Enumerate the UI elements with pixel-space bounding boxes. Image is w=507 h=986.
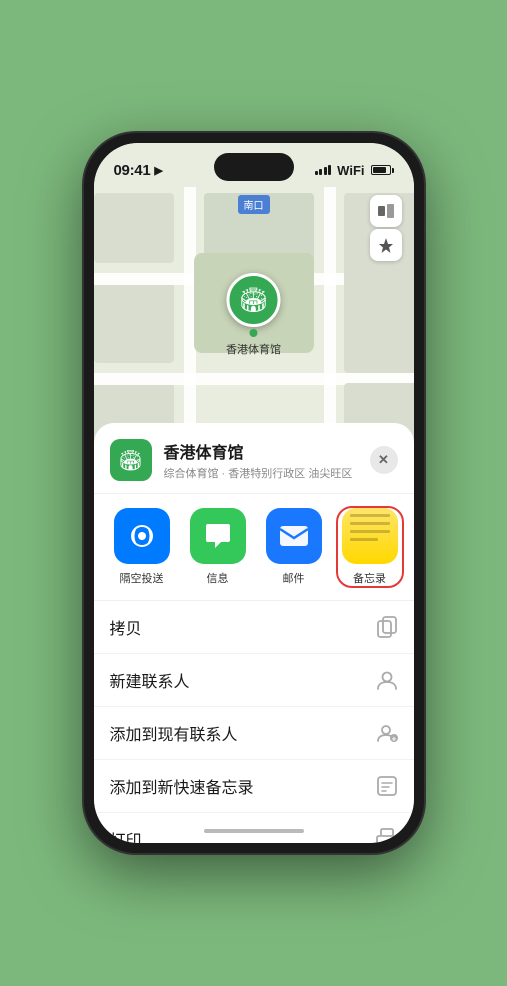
status-time: 09:41 xyxy=(114,162,151,179)
home-indicator xyxy=(204,829,304,833)
menu-list: 拷贝 新建联系人 添加到现有联系人 xyxy=(94,601,414,843)
battery-icon xyxy=(371,165,394,175)
messages-label: 信息 xyxy=(207,570,229,586)
pin-circle-icon: 🏟 xyxy=(227,273,281,327)
location-icon: ▶ xyxy=(154,164,162,177)
notes-icon xyxy=(342,508,398,564)
close-button[interactable]: ✕ xyxy=(370,446,398,474)
sheet-header: 🏟 香港体育馆 综合体育馆 · 香港特别行政区 油尖旺区 ✕ xyxy=(94,439,414,494)
add-existing-icon: + xyxy=(376,722,398,744)
airdrop-label: 隔空投送 xyxy=(120,570,164,586)
print-label: 打印 xyxy=(110,827,142,843)
location-button[interactable] xyxy=(370,229,402,261)
copy-icon xyxy=(376,616,398,638)
share-item-mail[interactable]: 邮件 xyxy=(262,508,326,586)
venue-name: 香港体育馆 xyxy=(164,439,358,463)
add-notes-label: 添加到新快速备忘录 xyxy=(110,774,254,798)
menu-item-add-existing[interactable]: 添加到现有联系人 + xyxy=(94,707,414,760)
pin-label: 香港体育馆 xyxy=(226,341,281,357)
venue-subtitle: 综合体育馆 · 香港特别行政区 油尖旺区 xyxy=(164,465,358,481)
messages-icon xyxy=(190,508,246,564)
venue-info: 香港体育馆 综合体育馆 · 香港特别行政区 油尖旺区 xyxy=(164,439,358,481)
menu-item-print[interactable]: 打印 xyxy=(94,813,414,843)
stadium-pin[interactable]: 🏟 香港体育馆 xyxy=(226,273,281,357)
venue-icon: 🏟 xyxy=(110,439,152,481)
share-item-airdrop[interactable]: 隔空投送 xyxy=(110,508,174,586)
menu-item-add-notes[interactable]: 添加到新快速备忘录 xyxy=(94,760,414,813)
add-notes-icon xyxy=(376,775,398,797)
mail-label: 邮件 xyxy=(283,570,305,586)
map-type-button[interactable] xyxy=(370,195,402,227)
phone-frame: 09:41 ▶ WiFi xyxy=(84,133,424,853)
menu-item-new-contact[interactable]: 新建联系人 xyxy=(94,654,414,707)
status-icons: WiFi xyxy=(315,163,394,178)
print-icon xyxy=(376,828,398,843)
pin-dot xyxy=(250,329,258,337)
map-controls xyxy=(370,195,402,261)
new-contact-label: 新建联系人 xyxy=(110,668,190,692)
mail-icon xyxy=(266,508,322,564)
wifi-icon: WiFi xyxy=(337,163,364,178)
share-item-messages[interactable]: 信息 xyxy=(186,508,250,586)
svg-text:+: + xyxy=(391,735,396,744)
share-item-notes[interactable]: 备忘录 xyxy=(338,508,402,586)
phone-screen: 09:41 ▶ WiFi xyxy=(94,143,414,843)
share-row: 隔空投送 信息 xyxy=(94,494,414,601)
notes-label: 备忘录 xyxy=(353,570,386,586)
dynamic-island xyxy=(214,153,294,181)
map-south-entrance-label: 南口 xyxy=(238,195,270,214)
new-contact-icon xyxy=(376,669,398,691)
airdrop-icon xyxy=(114,508,170,564)
signal-bars-icon xyxy=(315,165,332,175)
bottom-sheet: 🏟 香港体育馆 综合体育馆 · 香港特别行政区 油尖旺区 ✕ xyxy=(94,423,414,843)
menu-item-copy[interactable]: 拷贝 xyxy=(94,601,414,654)
copy-label: 拷贝 xyxy=(110,615,142,639)
add-existing-label: 添加到现有联系人 xyxy=(110,721,238,745)
